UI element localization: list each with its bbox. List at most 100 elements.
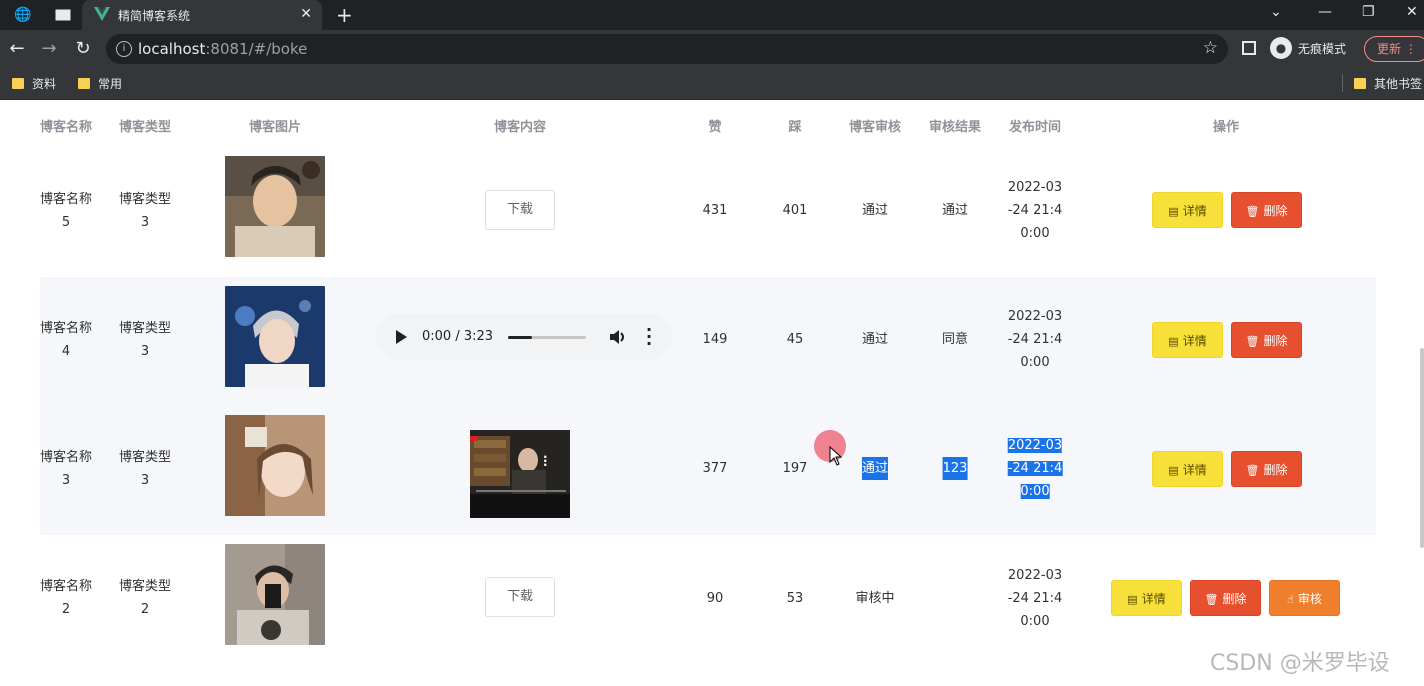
minimize-icon[interactable]: —	[1318, 4, 1332, 20]
detail-button[interactable]: ▤ 详情	[1152, 322, 1223, 358]
blog-name: 博客名称 3	[39, 450, 93, 488]
page-content: 博客名称 博客类型 博客图片 博客内容 赞 踩 博客审核 审核结果 发布时间 操…	[0, 100, 1424, 686]
trash-icon: 🗑	[1204, 593, 1219, 606]
header-likes: 赞	[708, 120, 722, 135]
tab-title: 精简博客系统	[118, 9, 191, 23]
reload-icon[interactable]: ↻	[72, 38, 94, 59]
document-icon: ▤	[1127, 593, 1138, 606]
play-icon[interactable]	[396, 330, 407, 344]
review-result: 同意	[941, 332, 969, 347]
detail-button[interactable]: ▤ 详情	[1152, 192, 1223, 228]
address-bar[interactable]: i localhost:8081/#/boke ☆	[106, 34, 1228, 64]
audio-player[interactable]: 0:00 / 3:23 · · ·	[376, 314, 672, 360]
thumbs-up-icon: ☝	[1287, 593, 1294, 606]
new-tab-icon[interactable]: +	[336, 3, 353, 27]
blog-name: 博客名称 5	[39, 192, 93, 230]
scrollbar[interactable]	[1420, 348, 1424, 548]
review-status: 通过	[861, 332, 889, 347]
review-status: 审核中	[855, 591, 895, 606]
bookmarks-bar: 资料 常用 其他书签	[0, 68, 1424, 100]
bookmark-folder-1[interactable]: 资料	[12, 75, 56, 92]
delete-button[interactable]: 🗑 删除	[1231, 451, 1302, 487]
tab-active[interactable]: 精简博客系统 ✕	[82, 0, 322, 30]
bookmark-folder-2[interactable]: 常用	[78, 75, 122, 92]
detail-button[interactable]: ▤ 详情	[1152, 451, 1223, 487]
trash-icon: 🗑	[1245, 205, 1260, 218]
mouse-cursor-icon	[829, 446, 843, 466]
trash-icon: 🗑	[1245, 335, 1260, 348]
tab-search-icon[interactable]	[54, 6, 72, 24]
header-review: 博客审核	[848, 120, 902, 135]
site-info-icon[interactable]: i	[116, 41, 132, 57]
header-dislikes: 踩	[788, 120, 802, 135]
video-frame	[470, 430, 570, 518]
blog-name: 博客名称 2	[39, 579, 93, 617]
dislikes-count: 197	[782, 461, 808, 476]
publish-time: 2022-03 -24 21:4 0:00	[1007, 180, 1063, 241]
header-name: 博客名称	[39, 120, 93, 135]
globe-icon[interactable]: 🌐	[14, 6, 32, 24]
review-button[interactable]: ☝ 审核	[1269, 580, 1340, 616]
audio-time: 0:00 / 3:23	[422, 329, 494, 344]
chevron-down-icon[interactable]: ⌄	[1270, 4, 1282, 20]
review-result: 通过	[941, 203, 969, 218]
blog-image	[225, 286, 325, 387]
download-button[interactable]: 下载	[485, 190, 555, 230]
header-result: 审核结果	[928, 120, 982, 135]
folder-icon	[1354, 78, 1366, 89]
more-options-icon[interactable]: · · ·	[646, 322, 652, 352]
forward-icon[interactable]: →	[38, 38, 60, 59]
close-window-icon[interactable]: ✕	[1406, 4, 1418, 20]
review-result: 123	[942, 457, 968, 480]
video-player[interactable]: · · ·	[470, 430, 570, 518]
other-bookmarks[interactable]: 其他书签	[1354, 75, 1422, 92]
blog-type: 博客类型 3	[118, 450, 172, 488]
dislikes-count: 401	[782, 203, 808, 218]
folder-icon	[78, 78, 90, 89]
download-button[interactable]: 下载	[485, 577, 555, 617]
incognito-indicator[interactable]: ● 无痕模式	[1270, 37, 1346, 59]
video-more-icon[interactable]: · · ·	[543, 451, 548, 471]
likes-count: 431	[702, 203, 728, 218]
blog-image	[225, 415, 325, 516]
back-icon[interactable]: ←	[6, 38, 28, 59]
publish-time: 2022-03 -24 21:4 0:00	[1007, 309, 1063, 370]
header-content: 博客内容	[493, 120, 547, 135]
header-time: 发布时间	[1008, 120, 1062, 135]
url-text: localhost:8081/#/boke	[138, 40, 308, 58]
bookmark-star-icon[interactable]: ☆	[1203, 38, 1218, 58]
audio-seek-bar[interactable]	[508, 336, 586, 339]
document-icon: ▤	[1168, 464, 1179, 477]
delete-button[interactable]: 🗑 删除	[1231, 322, 1302, 358]
dislikes-count: 45	[786, 332, 804, 347]
detail-button[interactable]: ▤ 详情	[1111, 580, 1182, 616]
volume-icon[interactable]	[608, 327, 628, 347]
watermark: CSDN @米罗毕设	[1210, 651, 1390, 676]
vue-logo-icon	[94, 7, 110, 21]
trash-icon: 🗑	[1245, 464, 1260, 477]
delete-button[interactable]: 🗑 删除	[1190, 580, 1261, 616]
folder-icon	[12, 78, 24, 89]
incognito-icon: ●	[1270, 37, 1292, 59]
blog-image	[225, 156, 325, 257]
dislikes-count: 53	[786, 591, 804, 606]
header-type: 博客类型	[118, 120, 172, 135]
blog-type: 博客类型 3	[118, 192, 172, 230]
header-image: 博客图片	[248, 120, 302, 135]
close-tab-icon[interactable]: ✕	[300, 6, 312, 22]
restore-icon[interactable]: ❐	[1362, 4, 1375, 20]
review-status: 通过	[861, 203, 889, 218]
likes-count: 149	[702, 332, 728, 347]
tab-bar: 🌐 精简博客系统 ✕ + ⌄ — ❐ ✕	[0, 0, 1424, 30]
blog-type: 博客类型 2	[118, 579, 172, 617]
publish-time: 2022-03 -24 21:4 0:00	[1007, 438, 1063, 499]
likes-count: 90	[706, 591, 724, 606]
delete-button[interactable]: 🗑 删除	[1231, 192, 1302, 228]
blog-type: 博客类型 3	[118, 321, 172, 359]
update-button[interactable]: 更新 ⋮	[1364, 36, 1424, 62]
publish-time: 2022-03 -24 21:4 0:00	[1007, 568, 1063, 629]
bookmarks-divider	[1342, 74, 1343, 92]
side-panel-icon[interactable]	[1242, 41, 1256, 55]
review-status: 通过	[861, 457, 889, 480]
document-icon: ▤	[1168, 335, 1179, 348]
